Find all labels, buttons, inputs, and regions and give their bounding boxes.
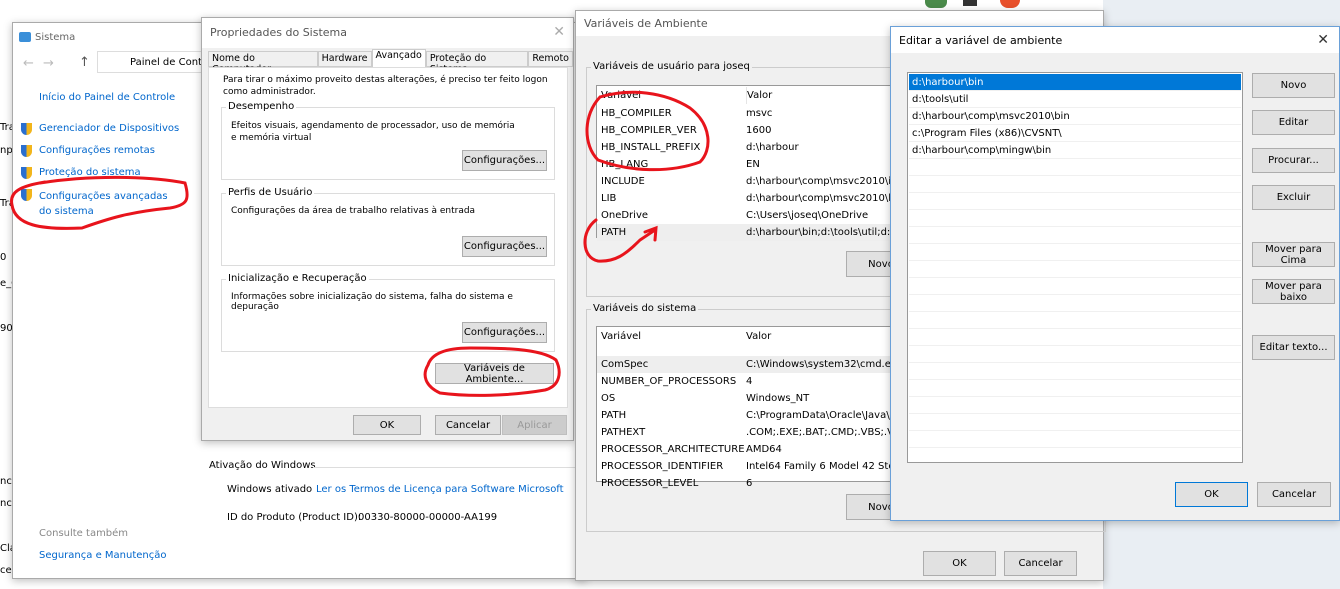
annotation-circle-hb-variables <box>585 90 710 172</box>
annotation-circle-env-button <box>423 346 561 397</box>
annotation-path-scribble <box>583 218 658 263</box>
annotation-circle-advanced-settings <box>10 175 189 230</box>
red-annotations <box>10 90 710 397</box>
